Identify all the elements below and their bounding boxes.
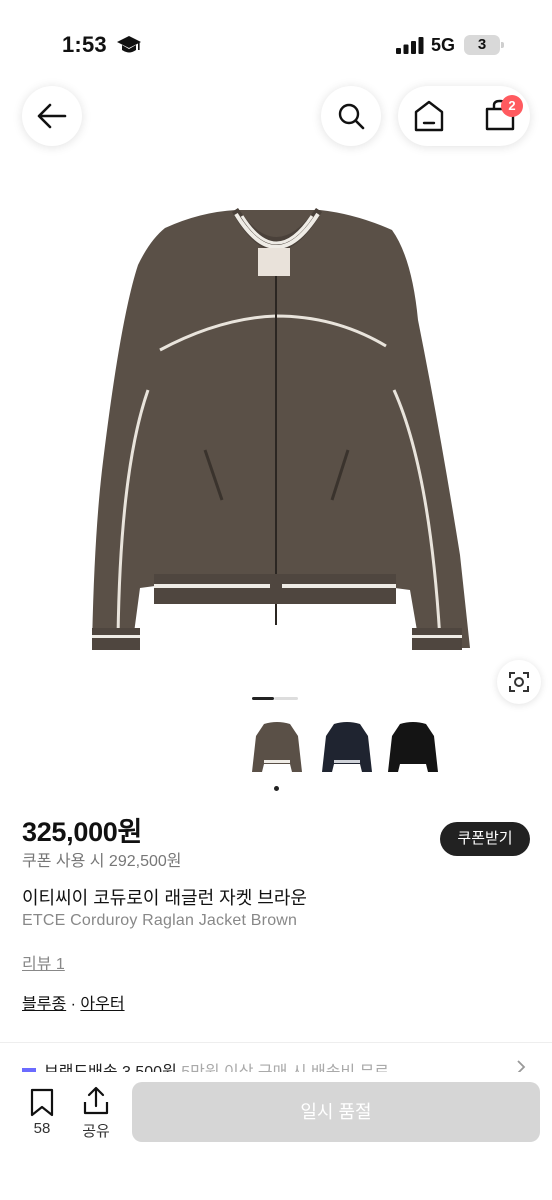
cart-count-badge: 2 [501, 95, 523, 117]
network-type: 5G [431, 35, 456, 55]
category-outer-link[interactable]: 아우터 [80, 996, 124, 1013]
soldout-button[interactable]: 일시 품절 [132, 1082, 540, 1142]
selected-thumbnail-dot [274, 786, 279, 791]
thumbnail-black[interactable] [382, 716, 444, 778]
share-icon [83, 1086, 109, 1115]
search-button[interactable] [321, 86, 381, 146]
product-title-en: ETCE Corduroy Raglan Jacket Brown [22, 912, 298, 929]
product-title-ko: 이티씨이 코듀로이 래글런 자켓 브라운 [22, 888, 307, 908]
review-link[interactable]: 리뷰 1 [22, 950, 65, 974]
pager-inactive [274, 697, 298, 700]
battery-level: 3 [477, 36, 487, 53]
price: 325,000원 [22, 817, 143, 847]
divider [0, 1042, 552, 1043]
thumbnail-navy[interactable] [316, 716, 378, 778]
graduation-cap-icon [117, 36, 141, 53]
category-blouson-link[interactable]: 블루종 [22, 996, 66, 1013]
share-button[interactable]: 공유 [76, 1086, 116, 1144]
bookmark-button[interactable]: 58 [22, 1088, 62, 1144]
home-icon[interactable] [413, 99, 445, 133]
category-breadcrumb: 블루종 · 아우터 [22, 990, 125, 1014]
back-button[interactable] [22, 86, 82, 146]
coupon-price: 쿠폰 사용 시 292,500원 [22, 853, 182, 870]
battery-icon: 3 [464, 35, 504, 55]
get-coupon-button[interactable]: 쿠폰받기 [440, 822, 530, 856]
category-separator: · [66, 996, 81, 1013]
pager-active [252, 697, 274, 700]
lens-icon [509, 672, 529, 692]
status-bar: 1:53 5G 3 [0, 0, 552, 90]
image-search-button[interactable] [497, 660, 541, 704]
bottom-bar: 58 공유 일시 품절 [0, 1072, 552, 1200]
bookmark-count: 58 [33, 1120, 51, 1137]
search-icon [338, 103, 365, 130]
product-image[interactable] [0, 170, 552, 710]
signal-icon [396, 37, 424, 54]
share-label: 공유 [82, 1123, 110, 1140]
bookmark-icon [30, 1088, 54, 1117]
arrow-left-icon [37, 103, 67, 129]
thumbnail-brown[interactable] [246, 716, 308, 778]
status-time: 1:53 [62, 32, 107, 57]
